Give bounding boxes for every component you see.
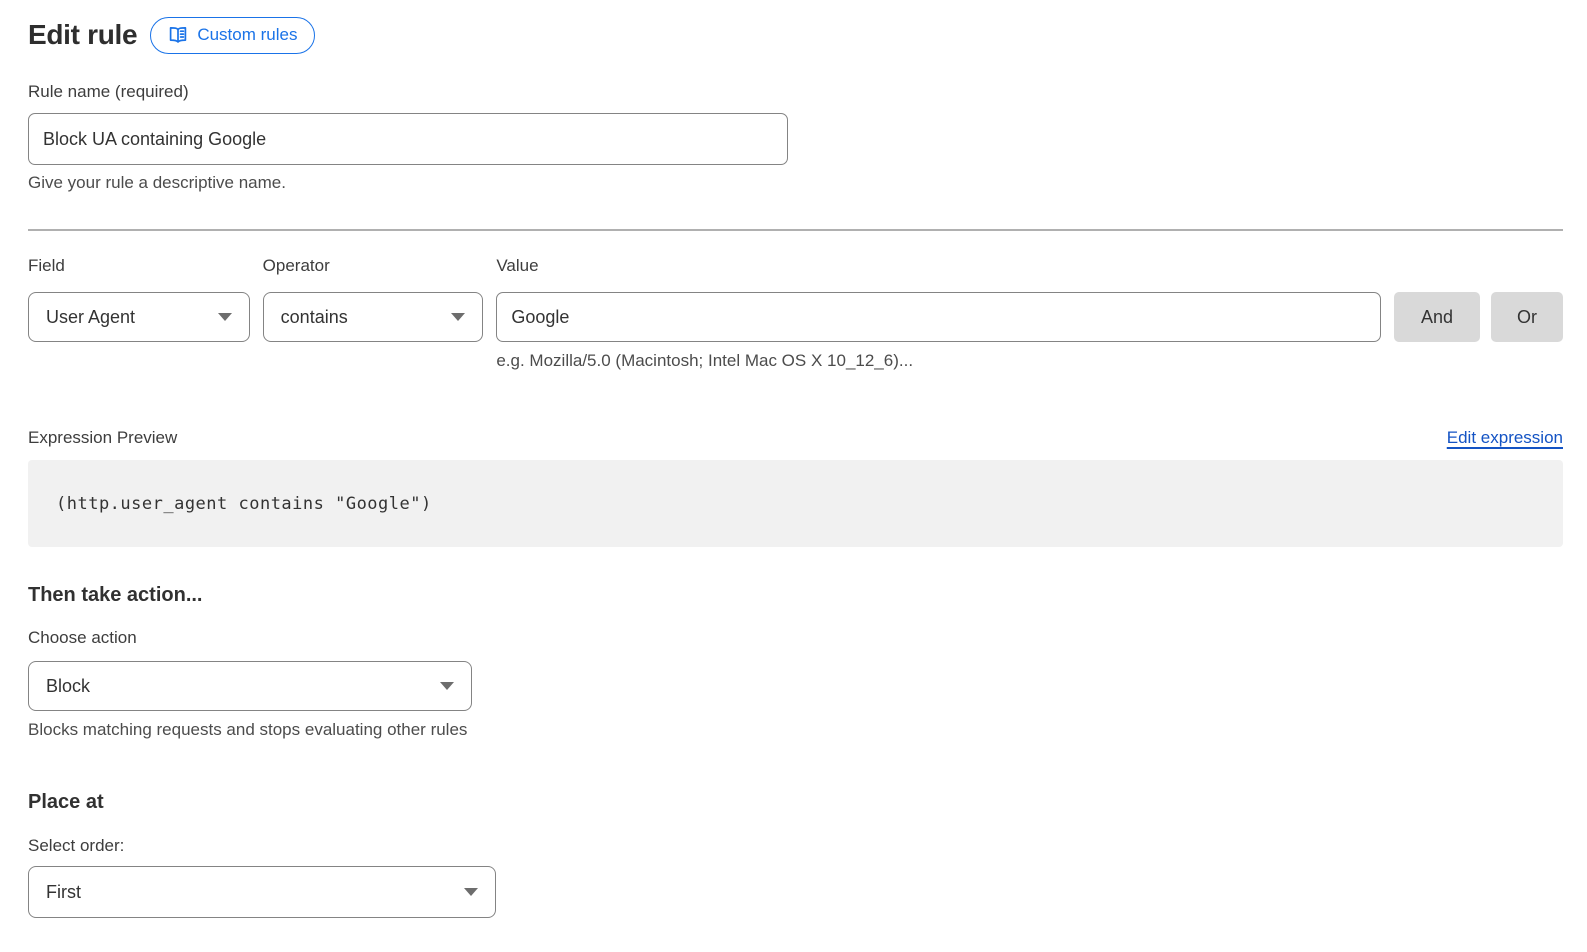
rule-name-input[interactable] xyxy=(28,113,788,165)
or-button[interactable]: Or xyxy=(1491,292,1563,342)
caret-down-icon xyxy=(440,682,454,690)
action-select[interactable]: Block xyxy=(28,661,472,711)
field-select[interactable]: User Agent xyxy=(28,292,250,342)
and-button[interactable]: And xyxy=(1394,292,1480,342)
rule-name-section: Rule name (required) Give your rule a de… xyxy=(28,82,1563,193)
action-select-value: Block xyxy=(46,676,90,697)
field-select-value: User Agent xyxy=(46,307,135,328)
edit-rule-page: Edit rule Custom rules Rule name (requir… xyxy=(0,0,1587,918)
place-at-heading: Place at xyxy=(28,790,1563,814)
operator-column: Operator contains xyxy=(263,256,484,371)
expression-code: (http.user_agent contains "Google") xyxy=(56,494,432,514)
condition-row: Field User Agent Operator contains Value… xyxy=(28,256,1563,371)
connector-buttons: And Or xyxy=(1394,256,1563,371)
order-select-value: First xyxy=(46,882,81,903)
field-label: Field xyxy=(28,256,250,276)
operator-select-value: contains xyxy=(281,307,348,328)
expression-preview-label: Expression Preview xyxy=(28,428,177,448)
select-order-label: Select order: xyxy=(28,836,1563,856)
value-label: Value xyxy=(496,256,1381,276)
rule-name-help: Give your rule a descriptive name. xyxy=(28,173,1563,193)
order-select[interactable]: First xyxy=(28,866,496,918)
caret-down-icon xyxy=(464,888,478,896)
expression-code-block: (http.user_agent contains "Google") xyxy=(28,460,1563,547)
expression-header: Expression Preview Edit expression xyxy=(28,428,1563,448)
action-section: Then take action... Choose action Block … xyxy=(28,583,1563,740)
page-title: Edit rule xyxy=(28,19,137,51)
value-column: Value e.g. Mozilla/5.0 (Macintosh; Intel… xyxy=(496,256,1381,371)
edit-expression-link[interactable]: Edit expression xyxy=(1447,428,1563,448)
caret-down-icon xyxy=(218,313,232,321)
operator-select[interactable]: contains xyxy=(263,292,484,342)
action-heading: Then take action... xyxy=(28,583,1563,607)
caret-down-icon xyxy=(451,313,465,321)
custom-rules-button[interactable]: Custom rules xyxy=(150,17,315,54)
placement-section: Place at Select order: First xyxy=(28,790,1563,918)
choose-action-label: Choose action xyxy=(28,628,1563,648)
rule-name-label: Rule name (required) xyxy=(28,82,1563,102)
custom-rules-button-label: Custom rules xyxy=(197,25,297,45)
page-header: Edit rule Custom rules xyxy=(28,16,1563,54)
action-help: Blocks matching requests and stops evalu… xyxy=(28,720,1563,740)
operator-label: Operator xyxy=(263,256,484,276)
section-divider xyxy=(28,229,1563,231)
field-column: Field User Agent xyxy=(28,256,250,371)
value-help: e.g. Mozilla/5.0 (Macintosh; Intel Mac O… xyxy=(496,351,1381,371)
open-book-icon xyxy=(168,25,188,45)
value-input[interactable] xyxy=(496,292,1381,342)
